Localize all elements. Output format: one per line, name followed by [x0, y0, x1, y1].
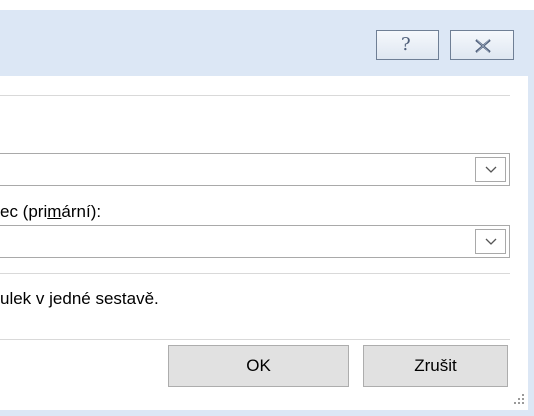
window-right-border	[528, 10, 534, 416]
close-icon	[475, 39, 491, 53]
separator-middle	[0, 273, 510, 274]
primary-dropdown-arrow-button[interactable]	[475, 229, 506, 254]
first-dropdown-arrow-button[interactable]	[475, 157, 506, 182]
first-dropdown[interactable]	[0, 153, 510, 186]
primary-label-accelerator: m	[47, 202, 62, 221]
cancel-button[interactable]: Zrušit	[363, 345, 508, 387]
window-bottom-border	[0, 410, 534, 416]
primary-dropdown[interactable]	[0, 225, 510, 258]
primary-field-label: ec (primární):	[0, 202, 101, 222]
separator-top	[0, 95, 510, 96]
help-button[interactable]: ?	[376, 30, 439, 60]
resize-grip-icon[interactable]	[512, 392, 526, 406]
ok-button[interactable]: OK	[168, 345, 349, 387]
title-bar: ?	[0, 10, 534, 76]
separator-bottom	[0, 339, 510, 340]
question-mark-icon: ?	[401, 34, 411, 55]
primary-label-text-end: ární):	[61, 202, 102, 221]
dialog-window: ? ec (primární): ulek v jedné sestavě. O…	[0, 0, 534, 416]
info-text: ulek v jedné sestavě.	[0, 289, 159, 308]
chevron-down-icon	[485, 166, 497, 173]
chevron-down-icon	[485, 238, 497, 245]
primary-label-text-start: ec (pri	[0, 202, 48, 221]
close-button[interactable]	[450, 30, 514, 60]
